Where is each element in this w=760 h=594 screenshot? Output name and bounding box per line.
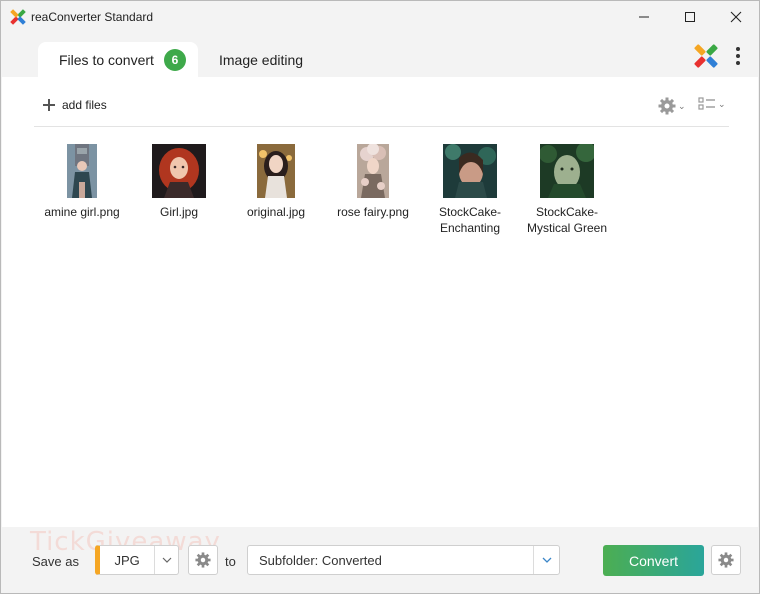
file-item[interactable]: Girl.jpg [129,144,229,220]
window-title: reaConverter Standard [31,10,154,24]
gear-icon [658,97,676,115]
file-name: original.jpg [246,205,306,219]
files-panel: add files ⌄ ⌄ amine girl.png Girl.jpg or… [2,77,758,527]
file-item[interactable]: original.jpg [226,144,326,220]
settings-menu-button[interactable]: ⌄ [658,97,686,115]
convert-button[interactable]: Convert [603,545,704,576]
file-thumbnail [357,144,389,198]
chevron-down-icon[interactable] [533,546,559,574]
minimize-icon [639,16,649,18]
tab-image-editing[interactable]: Image editing [219,42,303,77]
maximize-button[interactable] [667,1,713,33]
to-label: to [225,554,236,569]
file-thumbnail [540,144,594,198]
add-files-button[interactable]: add files [42,98,107,112]
plus-icon [43,99,55,111]
files-toolbar: add files ⌄ ⌄ [34,77,729,127]
add-files-label: add files [62,98,107,112]
tab-editing-label: Image editing [219,51,304,68]
file-item[interactable]: rose fairy.png [323,144,423,220]
tab-bar: Files to convert 6 Image editing [1,33,759,77]
chevron-down-icon: ⌄ [678,100,686,111]
file-thumbnail [67,144,97,198]
tab-files-to-convert[interactable]: Files to convert 6 [38,42,198,77]
file-item[interactable]: amine girl.png [32,144,132,220]
destination-value: Subfolder: Converted [259,552,382,568]
gear-icon [195,552,211,568]
tab-files-label: Files to convert [59,51,154,68]
file-thumbnail [257,144,295,198]
output-settings-bar: TickGiveaway Save as JPG to Subfolder: C… [2,527,758,593]
chevron-down-icon: ⌄ [718,98,726,109]
close-icon [730,11,742,23]
save-as-label: Save as [32,554,79,569]
minimize-button[interactable] [621,1,667,33]
maximize-icon [685,12,695,22]
file-thumbnail [443,144,497,198]
file-count-badge: 6 [164,49,186,71]
output-format-select[interactable]: JPG [95,545,179,575]
file-name: StockCake- Mystical Green [526,205,608,235]
file-grid: amine girl.png Girl.jpg original.jpg ros… [32,144,732,344]
title-bar: reaConverter Standard [1,1,759,33]
file-name: rose fairy.png [337,205,409,219]
reaconverter-logo-icon [10,9,26,25]
format-settings-button[interactable] [188,545,218,575]
app-window: reaConverter Standard Files to convert 6… [0,0,760,594]
file-name: StockCake- Enchanting [438,205,502,235]
file-item[interactable]: StockCake- Enchanting [420,144,520,236]
view-mode-button[interactable]: ⌄ [698,97,726,111]
kebab-menu-icon[interactable] [729,43,747,69]
gear-icon [718,552,734,568]
output-format-value: JPG [114,552,140,568]
file-item[interactable]: StockCake- Mystical Green [517,144,617,236]
file-name: amine girl.png [44,205,120,219]
destination-select[interactable]: Subfolder: Converted [247,545,560,575]
convert-settings-button[interactable] [711,545,741,575]
file-thumbnail [152,144,206,198]
chevron-down-icon[interactable] [154,546,178,574]
list-view-icon [698,97,715,110]
brand-logo-icon [694,44,718,68]
close-button[interactable] [713,1,759,33]
file-name: Girl.jpg [159,205,198,219]
